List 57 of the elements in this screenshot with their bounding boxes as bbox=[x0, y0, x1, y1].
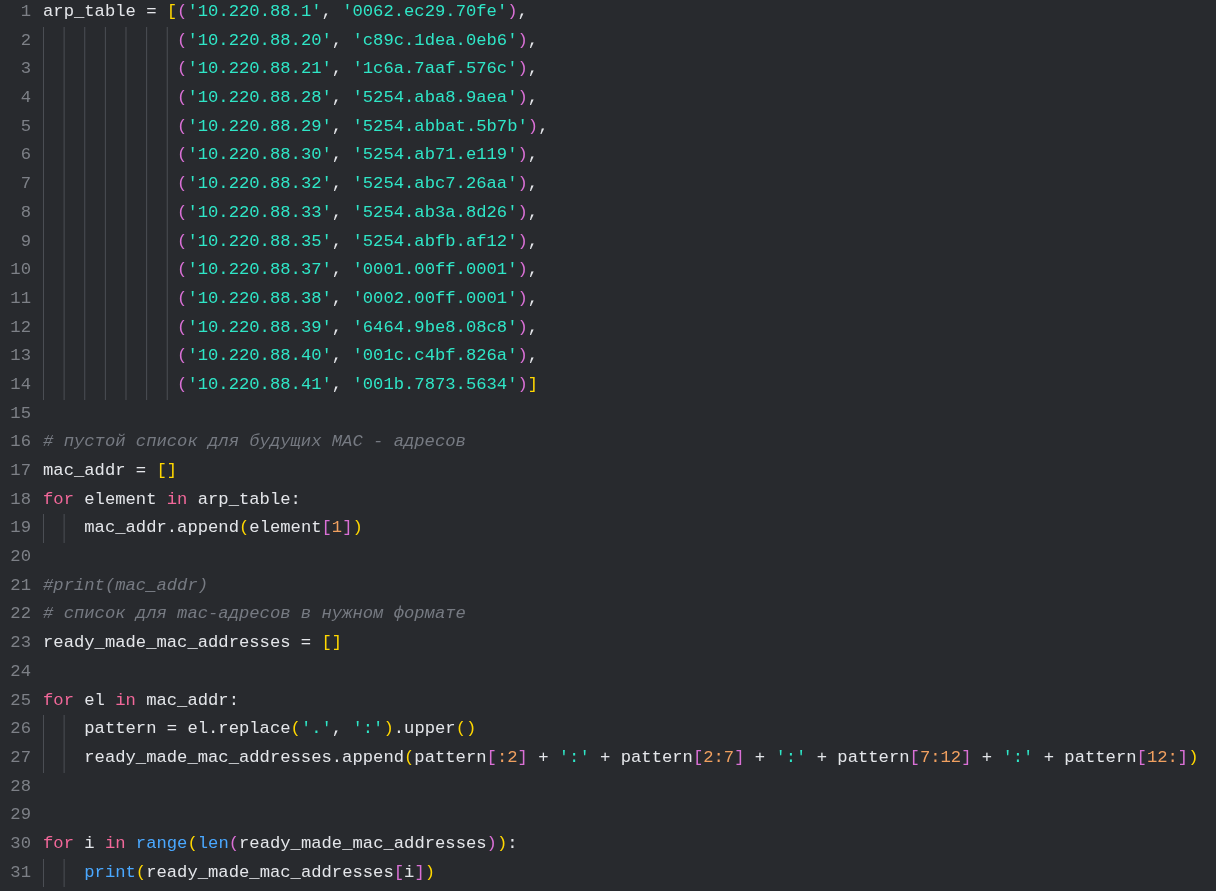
code-line: ('10.220.88.39', '6464.9be8.08c8'), bbox=[177, 316, 539, 339]
line-number: 20 bbox=[9, 546, 31, 569]
code-line: ('10.220.88.38', '0002.00ff.0001'), bbox=[177, 287, 539, 310]
code-line: for i in range(len(ready_made_mac_addresses)): bbox=[43, 832, 518, 855]
code-line: ('10.220.88.33', '5254.ab3a.8d26'), bbox=[177, 201, 539, 224]
line-number: 4 bbox=[19, 87, 31, 110]
line-number: 29 bbox=[9, 804, 31, 827]
code-line: ('10.220.88.20', 'c89c.1dea.0eb6'), bbox=[177, 29, 539, 52]
line-number: 12 bbox=[9, 316, 31, 339]
code-comment: # список для mac-адресов в нужном формате bbox=[43, 603, 466, 626]
line-number: 6 bbox=[19, 144, 31, 167]
line-number: 22 bbox=[9, 603, 31, 626]
line-number: 30 bbox=[9, 832, 31, 855]
code-line: ('10.220.88.41', '001b.7873.5634')] bbox=[177, 373, 539, 396]
line-number: 27 bbox=[9, 746, 31, 769]
code-line: arp_table = [('10.220.88.1', '0062.ec29.70fe'), bbox=[43, 1, 528, 23]
code-line: ('10.220.88.21', '1c6a.7aaf.576c'), bbox=[177, 58, 539, 81]
line-number: 31 bbox=[9, 861, 31, 884]
line-number: 14 bbox=[9, 373, 31, 396]
line-number: 13 bbox=[9, 345, 31, 368]
line-number: 25 bbox=[9, 689, 31, 712]
code-line: ('10.220.88.32', '5254.abc7.26aa'), bbox=[177, 173, 539, 196]
line-number: 17 bbox=[9, 460, 31, 482]
code-line: print(ready_made_mac_addresses[i]) bbox=[84, 861, 436, 884]
line-number: 16 bbox=[9, 431, 31, 454]
code-line: pattern = el.replace('.', ':').upper() bbox=[84, 718, 477, 741]
code-line: ('10.220.88.40', '001c.c4bf.826a'), bbox=[177, 345, 539, 368]
code-line: ('10.220.88.29', '5254.abbat.5b7b'), bbox=[177, 115, 549, 138]
code-line: for element in arp_table: bbox=[43, 488, 301, 511]
line-number: 8 bbox=[19, 201, 31, 224]
line-number: 19 bbox=[9, 517, 31, 540]
line-number: 10 bbox=[9, 259, 31, 282]
line-number: 15 bbox=[9, 402, 31, 425]
line-number: 11 bbox=[9, 287, 31, 310]
line-number: 2 bbox=[19, 29, 31, 52]
line-number: 28 bbox=[9, 775, 31, 798]
line-number: 21 bbox=[9, 574, 31, 597]
code-line: ('10.220.88.30', '5254.ab71.e119'), bbox=[177, 144, 539, 167]
code-comment: #print(mac_addr) bbox=[43, 574, 209, 597]
code-line: ready_made_mac_addresses = [] bbox=[43, 632, 343, 655]
line-number: 9 bbox=[19, 230, 31, 253]
code-comment: # пустой список для будущих MAC - адресов bbox=[43, 431, 466, 454]
line-number: 3 bbox=[19, 58, 31, 81]
line-number: 1 bbox=[19, 1, 31, 23]
code-line: ('10.220.88.37', '0001.00ff.0001'), bbox=[177, 259, 539, 282]
code-line: mac_addr = [] bbox=[43, 460, 178, 482]
line-number: 26 bbox=[9, 718, 31, 741]
code-line: ('10.220.88.28', '5254.aba8.9aea'), bbox=[177, 87, 539, 110]
line-number: 7 bbox=[19, 173, 31, 196]
code-line: mac_addr.append(element[1]) bbox=[84, 517, 363, 540]
line-number: 24 bbox=[9, 660, 31, 683]
code-line: ready_made_mac_addresses.append(pattern[:2] + ':' + pattern[2:7] + ':' + pattern[7:12] + ':' + pattern[12:]) bbox=[84, 746, 1199, 769]
line-number: 23 bbox=[9, 632, 31, 655]
line-number: 5 bbox=[19, 115, 31, 138]
code-line: for el in mac_addr: bbox=[43, 689, 239, 712]
line-number: 18 bbox=[9, 488, 31, 511]
code-line: ('10.220.88.35', '5254.abfb.af12'), bbox=[177, 230, 539, 253]
